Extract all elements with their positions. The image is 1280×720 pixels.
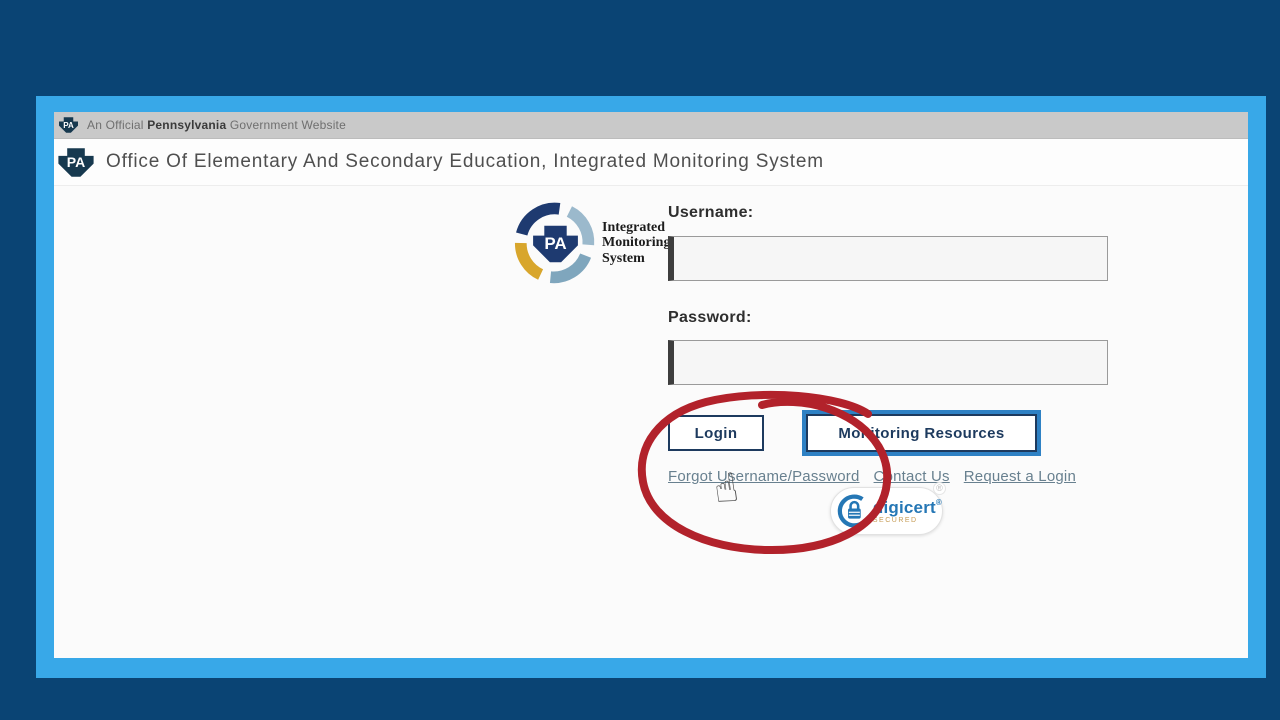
- pa-keystone-icon: PA: [59, 116, 78, 134]
- logo-line: Integrated: [602, 220, 670, 235]
- login-page: PA An Official Pennsylvania Government W…: [54, 112, 1248, 658]
- ims-logo-ring-icon: PA: [510, 198, 600, 288]
- page-title: Office Of Elementary And Secondary Educa…: [106, 151, 824, 173]
- keystone-label: PA: [533, 223, 578, 265]
- digicert-secured-badge[interactable]: digicert® SECURED ®: [830, 487, 943, 535]
- monitoring-resources-button[interactable]: Monitoring Resources: [806, 414, 1037, 452]
- password-label: Password:: [668, 309, 752, 327]
- request-a-login-link[interactable]: Request a Login: [964, 468, 1076, 485]
- ims-logo: PA Integrated Monitoring System: [510, 198, 670, 288]
- digicert-lock-icon: [837, 492, 871, 530]
- digicert-secured-text: SECURED: [873, 517, 942, 524]
- site-header: PA Office Of Elementary And Secondary Ed…: [54, 139, 1248, 186]
- login-button[interactable]: Login: [668, 415, 764, 451]
- official-site-text: An Official Pennsylvania Government Webs…: [87, 118, 346, 132]
- forgot-username-password-link[interactable]: Forgot Username/Password: [668, 468, 860, 485]
- screen: PA An Official Pennsylvania Government W…: [0, 0, 1280, 720]
- government-banner: PA An Official Pennsylvania Government W…: [54, 112, 1248, 139]
- password-input[interactable]: [668, 340, 1108, 385]
- digicert-brand: digicert®: [873, 499, 942, 516]
- keystone-label: PA: [59, 116, 78, 134]
- helper-links: Forgot Username/Password Contact Us Requ…: [668, 468, 1076, 485]
- logo-line: Monitoring: [602, 235, 670, 250]
- registered-mark-icon: ®: [933, 482, 946, 495]
- pa-keystone-center-icon: PA: [533, 223, 578, 265]
- username-label: Username:: [668, 204, 753, 222]
- username-input[interactable]: [668, 236, 1108, 281]
- ims-logo-text: Integrated Monitoring System: [602, 220, 670, 265]
- keystone-label: PA: [58, 146, 94, 179]
- logo-line: System: [602, 251, 670, 266]
- pa-keystone-logo: PA: [58, 146, 94, 179]
